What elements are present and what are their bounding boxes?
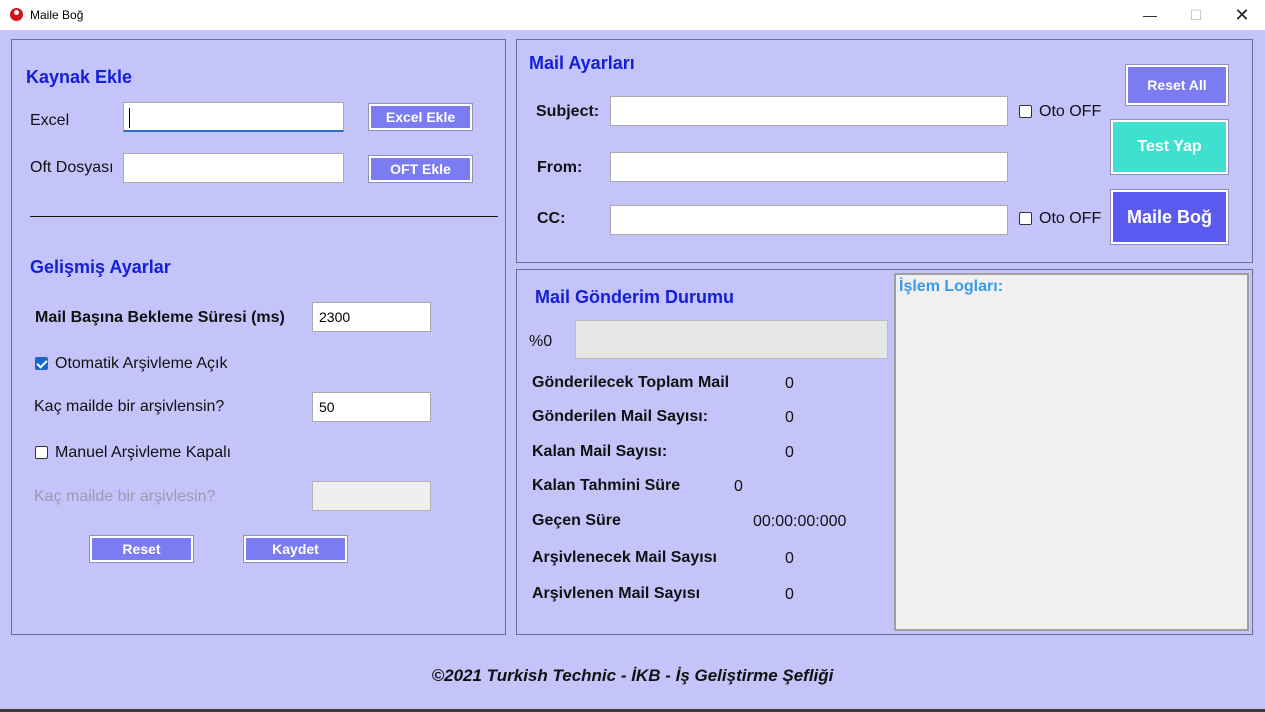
mail-settings-heading: Mail Ayarları (529, 53, 635, 73)
eta-value: 0 (734, 478, 743, 495)
minimize-button[interactable]: — (1127, 0, 1173, 30)
auto-archive-count-label: Kaç mailde bir arşivlensin? (34, 398, 225, 415)
total-value: 0 (785, 375, 794, 392)
auto-archive-checkbox[interactable] (35, 357, 48, 370)
subject-label: Subject: (536, 103, 600, 120)
subject-auto-checkbox[interactable] (1019, 105, 1032, 118)
remaining-label: Kalan Mail Sayısı: (532, 443, 668, 460)
manual-archive-label: Manuel Arşivleme Kapalı (55, 444, 232, 461)
excel-label: Excel (30, 112, 70, 129)
elapsed-label: Geçen Süre (532, 512, 621, 529)
cc-auto-checkbox[interactable] (1019, 212, 1032, 225)
source-heading: Kaynak Ekle (26, 67, 133, 87)
section-divider (30, 216, 498, 217)
footer-copyright: ©2021 Turkish Technic - İKB - İş Gelişti… (431, 666, 834, 685)
eta-label: Kalan Tahmini Süre (532, 477, 681, 494)
oft-label: Oft Dosyası (30, 159, 114, 176)
from-label: From: (537, 159, 583, 176)
subject-input[interactable] (610, 96, 1008, 126)
advanced-heading: Gelişmiş Ayarlar (30, 257, 171, 277)
excel-add-button[interactable]: Excel Ekle (368, 103, 473, 131)
maximize-button[interactable]: ☐ (1173, 0, 1219, 30)
cc-auto-label: Oto OFF (1039, 210, 1102, 227)
archived-label: Arşivlenen Mail Sayısı (532, 585, 701, 602)
oft-add-button[interactable]: OFT Ekle (368, 155, 473, 183)
sent-value: 0 (785, 409, 794, 426)
wait-time-label: Mail Başına Bekleme Süresi (ms) (35, 309, 285, 326)
close-button[interactable]: ✕ (1219, 0, 1265, 30)
app-logo-icon (10, 8, 23, 21)
status-heading: Mail Gönderim Durumu (535, 287, 735, 307)
to-archive-label: Arşivlenecek Mail Sayısı (532, 549, 717, 566)
send-mail-button[interactable]: Maile Boğ (1110, 189, 1229, 245)
auto-archive-count-input[interactable]: 50 (312, 392, 431, 422)
sent-label: Gönderilen Mail Sayısı: (532, 408, 709, 425)
window-title: Maile Boğ (30, 8, 84, 22)
manual-archive-count-input (312, 481, 431, 511)
cc-input[interactable] (610, 205, 1008, 235)
archived-value: 0 (785, 586, 794, 603)
remaining-value: 0 (785, 444, 794, 461)
progress-bar (575, 320, 888, 359)
log-box[interactable]: İşlem Logları: (894, 273, 1249, 631)
test-button[interactable]: Test Yap (1110, 119, 1229, 175)
log-title: İşlem Logları: (899, 278, 1004, 295)
from-input[interactable] (610, 152, 1008, 182)
manual-archive-count-label: Kaç mailde bir arşivlesin? (34, 488, 216, 505)
manual-archive-checkbox[interactable] (35, 446, 48, 459)
subject-auto-label: Oto OFF (1039, 103, 1102, 120)
total-label: Gönderilecek Toplam Mail (532, 374, 730, 391)
elapsed-value: 00:00:00:000 (753, 513, 847, 530)
to-archive-value: 0 (785, 550, 794, 567)
reset-button[interactable]: Reset (89, 535, 194, 563)
excel-path-input[interactable] (123, 102, 344, 132)
text-caret (129, 108, 130, 128)
cc-label: CC: (537, 210, 566, 227)
save-button[interactable]: Kaydet (243, 535, 348, 563)
oft-path-input[interactable] (123, 153, 344, 183)
title-bar: Maile Boğ — ☐ ✕ (0, 0, 1265, 30)
progress-text: %0 (529, 333, 553, 350)
auto-archive-label: Otomatik Arşivleme Açık (55, 355, 228, 372)
reset-all-button[interactable]: Reset All (1125, 64, 1229, 106)
wait-time-input[interactable]: 2300 (312, 302, 431, 332)
